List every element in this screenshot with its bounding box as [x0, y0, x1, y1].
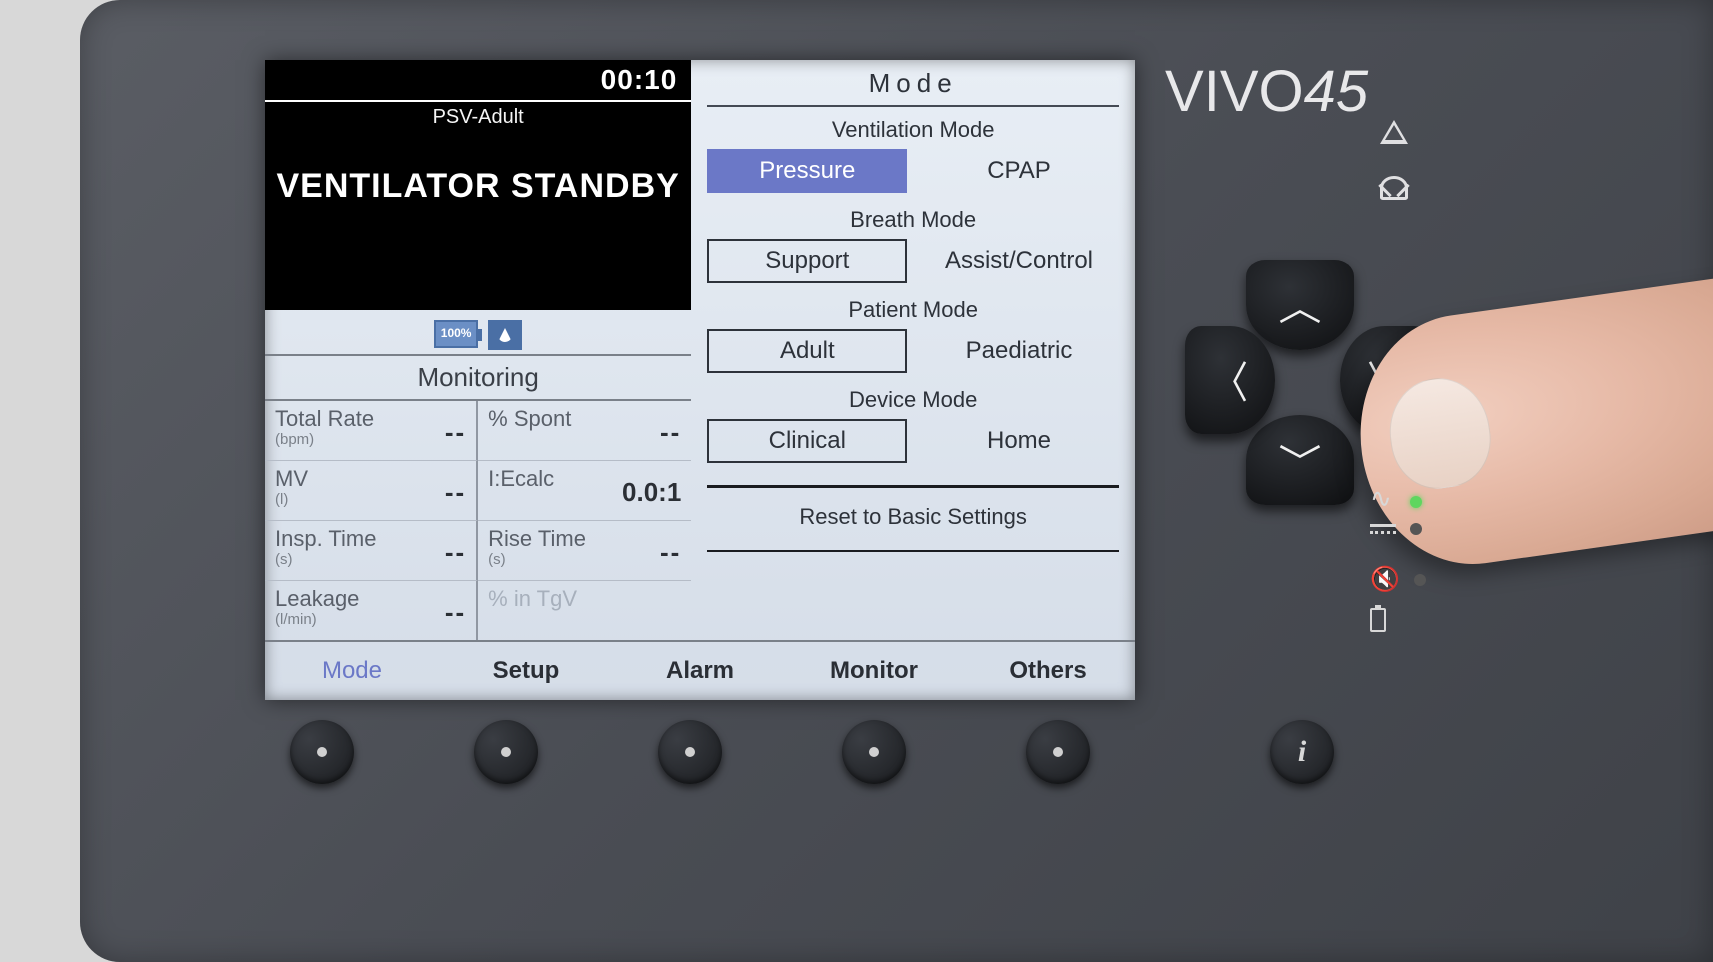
dc-led	[1410, 523, 1422, 535]
mon-mv: MV(l) --	[265, 461, 478, 521]
lcd-screen: 00:10 PSV-Adult VENTILATOR STANDBY 100% …	[265, 60, 1135, 700]
active-mode-short: PSV-Adult	[265, 102, 691, 139]
tab-others[interactable]: Others	[961, 657, 1135, 685]
mon-pct-in-tgv: % in TgV	[478, 581, 691, 640]
device-mode-label: Device Mode	[707, 387, 1119, 413]
dpad-down-button[interactable]: ﹀	[1246, 415, 1354, 505]
battery-small-icon	[1370, 608, 1386, 632]
hw-button-4[interactable]	[842, 720, 906, 784]
monitoring-grid: Total Rate(bpm) -- % Spont -- MV(l) -- I…	[265, 401, 691, 640]
brand-logo: VIVO45	[1165, 58, 1368, 125]
device-frame: VIVO45 ︿ ﹀ 〈 〉 🔇 00:10 PSV-Adult VENTILA…	[80, 0, 1713, 962]
ventilation-mode-cpap[interactable]: CPAP	[919, 149, 1119, 193]
bottom-tabs: Mode Setup Alarm Monitor Others	[265, 640, 1135, 700]
mon-rise-time: Rise Time(s) --	[478, 521, 691, 581]
clock: 00:10	[265, 60, 691, 100]
hardware-buttons-row	[290, 720, 1090, 784]
ventilation-mode-pressure[interactable]: Pressure	[707, 149, 907, 193]
device-mode-home[interactable]: Home	[919, 419, 1119, 463]
hw-info-button[interactable]: i	[1270, 720, 1334, 784]
alarm-triangle-icon	[1380, 118, 1408, 152]
battery-icon: 100%	[434, 320, 478, 348]
dc-power-icon	[1370, 524, 1396, 534]
tab-monitor[interactable]: Monitor	[787, 657, 961, 685]
status-icons-row: 100%	[265, 310, 691, 354]
speaker-icon: 🔇	[1370, 565, 1400, 594]
dpad-up-button[interactable]: ︿	[1246, 260, 1354, 350]
tab-alarm[interactable]: Alarm	[613, 657, 787, 685]
hw-button-2[interactable]	[474, 720, 538, 784]
ac-power-icon	[1370, 495, 1396, 509]
ac-led	[1410, 496, 1422, 508]
hw-button-3[interactable]	[658, 720, 722, 784]
mon-pct-spont: % Spont --	[478, 401, 691, 461]
mon-total-rate: Total Rate(bpm) --	[265, 401, 478, 461]
hw-button-1[interactable]	[290, 720, 354, 784]
breath-mode-support[interactable]: Support	[707, 239, 907, 283]
tab-mode[interactable]: Mode	[265, 657, 439, 685]
mon-insp-time: Insp. Time(s) --	[265, 521, 478, 581]
mute-led	[1414, 574, 1426, 586]
hw-button-5[interactable]	[1026, 720, 1090, 784]
breath-mode-assist-control[interactable]: Assist/Control	[919, 239, 1119, 283]
patient-mode-label: Patient Mode	[707, 297, 1119, 323]
device-mode-clinical[interactable]: Clinical	[707, 419, 907, 463]
ventilator-status: VENTILATOR STANDBY	[265, 167, 691, 206]
side-indicator-icons	[1380, 118, 1408, 230]
power-status-leds: 🔇	[1370, 495, 1426, 646]
mon-leakage: Leakage(l/min) --	[265, 581, 478, 640]
alarm-silence-icon	[1380, 174, 1408, 208]
monitoring-title: Monitoring	[265, 354, 691, 401]
dpad-left-button[interactable]: 〈	[1185, 326, 1275, 434]
patient-mode-adult[interactable]: Adult	[707, 329, 907, 373]
mon-iecalc: I:Ecalc 0.0:1	[478, 461, 691, 521]
patient-mode-paediatric[interactable]: Paediatric	[919, 329, 1119, 373]
reset-to-basic-settings[interactable]: Reset to Basic Settings	[699, 498, 1127, 530]
ventilation-mode-label: Ventilation Mode	[707, 117, 1119, 143]
breath-mode-label: Breath Mode	[707, 207, 1119, 233]
tab-setup[interactable]: Setup	[439, 657, 613, 685]
status-block: 00:10 PSV-Adult VENTILATOR STANDBY	[265, 60, 691, 310]
humidifier-icon	[488, 320, 522, 350]
mode-panel-title: Mode	[707, 60, 1119, 107]
